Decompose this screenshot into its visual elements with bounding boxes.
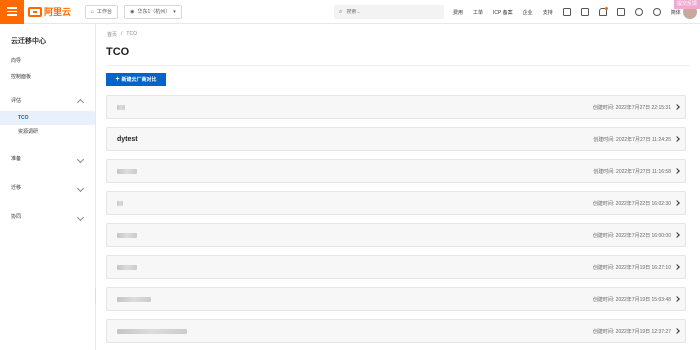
- bell-icon[interactable]: [598, 7, 608, 16]
- page-title: TCO: [106, 46, 130, 58]
- notification-dot: [604, 7, 608, 10]
- redacted-name: [117, 264, 137, 270]
- record-card[interactable]: 创建时间: 2022年7月27日 11:16:58: [106, 159, 686, 183]
- record-name: dytest: [117, 135, 138, 143]
- sidebar-item-guide[interactable]: 向导: [0, 53, 95, 69]
- created-time: 创建时间: 2022年7月19日 15:03:48: [592, 297, 671, 303]
- sidebar-title: 云迁移中心: [11, 38, 46, 45]
- chevron-right-icon: [674, 264, 680, 270]
- hamburger-menu-button[interactable]: [0, 0, 24, 24]
- home-icon: ⌂: [91, 8, 95, 15]
- breadcrumb-current: TCO: [126, 31, 137, 37]
- record-card[interactable]: 创建时间: 2022年7月19日 15:03:48: [106, 287, 686, 311]
- sidebar-group-collaborate[interactable]: 协同: [0, 203, 95, 232]
- breadcrumb-separator: /: [121, 31, 123, 37]
- created-time: 创建时间: 2022年7月27日 11:16:58: [593, 169, 671, 175]
- sidebar-item-resource-survey[interactable]: 资源调研: [0, 125, 95, 139]
- created-time: 创建时间: 2022年7月22日 16:02:30: [592, 201, 671, 207]
- created-time: 创建时间: 2022年7月27日 11:24:25: [593, 137, 671, 143]
- chevron-down-icon: ▾: [173, 8, 176, 15]
- main-content: 首页 / TCO TCO + 新建云厂商对比 创建时间: 2022年7月27日 …: [96, 24, 700, 350]
- redacted-name: [117, 200, 123, 206]
- search-box[interactable]: ⌕: [334, 5, 444, 19]
- chevron-right-icon: [674, 328, 680, 334]
- chevron-up-icon: [76, 98, 85, 107]
- breadcrumb: 首页 / TCO: [107, 31, 137, 38]
- link-icp[interactable]: ICP 备案: [493, 9, 513, 16]
- record-card[interactable]: 创建时间: 2022年7月19日 12:37:27: [106, 319, 686, 343]
- link-ticket[interactable]: 工单: [473, 9, 483, 16]
- record-card[interactable]: 创建时间: 2022年7月27日 22:15:31: [106, 95, 686, 119]
- top-links: 费用 工单 ICP 备案 企业 支持 简体: [453, 0, 681, 24]
- chevron-right-icon: [674, 200, 680, 206]
- sidebar: 云迁移中心 向导 控制面板 评估 TCO 资源调研 准备 迁移 协同: [0, 24, 96, 350]
- breadcrumb-home[interactable]: 首页: [107, 31, 117, 38]
- search-icon: ⌕: [339, 8, 343, 15]
- redacted-name: [117, 328, 187, 334]
- chevron-down-icon: [76, 184, 85, 193]
- created-time: 创建时间: 2022年7月22日 16:00:00: [592, 233, 671, 239]
- created-time: 创建时间: 2022年7月19日 16:27:10: [592, 265, 671, 271]
- record-card[interactable]: 创建时间: 2022年7月19日 16:27:10: [106, 255, 686, 279]
- link-support[interactable]: 支持: [543, 9, 553, 16]
- chevron-right-icon: [674, 232, 680, 238]
- create-comparison-button[interactable]: + 新建云厂商对比: [106, 73, 166, 86]
- sidebar-item-dashboard[interactable]: 控制面板: [0, 69, 95, 85]
- link-enterprise[interactable]: 企业: [523, 9, 533, 16]
- lightbulb-icon[interactable]: [634, 8, 643, 16]
- help-icon[interactable]: [652, 8, 661, 16]
- link-billing[interactable]: 费用: [453, 9, 463, 16]
- record-card[interactable]: 创建时间: 2022年7月22日 16:02:30: [106, 191, 686, 215]
- record-list: 创建时间: 2022年7月27日 22:15:31 dytest 创建时间: 2…: [106, 95, 686, 350]
- created-time: 创建时间: 2022年7月19日 12:37:27: [592, 329, 671, 335]
- redacted-name: [117, 232, 137, 238]
- cart-icon[interactable]: [616, 8, 625, 16]
- record-card[interactable]: dytest 创建时间: 2022年7月27日 11:24:25: [106, 127, 686, 151]
- redacted-name: [117, 104, 125, 110]
- sidebar-group-assess[interactable]: 评估: [0, 91, 95, 111]
- logo-icon: [28, 6, 42, 17]
- sidebar-group-migrate[interactable]: 迁移: [0, 174, 95, 203]
- region-selector[interactable]: ◉ 华东1（杭州） ▾: [124, 4, 182, 19]
- feedback-badge[interactable]: 提交反馈: [673, 0, 700, 9]
- search-input[interactable]: [346, 9, 427, 15]
- chevron-right-icon: [674, 296, 680, 302]
- mail-icon[interactable]: [580, 8, 589, 16]
- redacted-name: [117, 296, 151, 302]
- plus-icon: +: [115, 76, 120, 83]
- created-time: 创建时间: 2022年7月27日 22:15:31: [592, 105, 671, 111]
- chevron-down-icon: [76, 213, 85, 222]
- chevron-right-icon: [674, 136, 680, 142]
- chevron-down-icon: [76, 155, 85, 164]
- aliyun-logo[interactable]: 阿里云: [28, 5, 71, 18]
- location-icon: ◉: [130, 8, 135, 15]
- terminal-icon[interactable]: [562, 8, 571, 16]
- record-card[interactable]: 创建时间: 2022年7月22日 16:00:00: [106, 223, 686, 247]
- divider: [106, 65, 690, 66]
- workbench-button[interactable]: ⌂ 工作台: [85, 4, 119, 19]
- chevron-right-icon: [674, 104, 680, 110]
- redacted-name: [117, 168, 137, 174]
- chevron-right-icon: [674, 168, 680, 174]
- sidebar-group-prepare[interactable]: 准备: [0, 145, 95, 174]
- language-switch[interactable]: 简体: [671, 9, 681, 16]
- top-navbar: 阿里云 ⌂ 工作台 ◉ 华东1（杭州） ▾ ⌕ 费用 工单 ICP 备案 企业 …: [0, 0, 700, 24]
- sidebar-item-tco[interactable]: TCO: [0, 111, 95, 125]
